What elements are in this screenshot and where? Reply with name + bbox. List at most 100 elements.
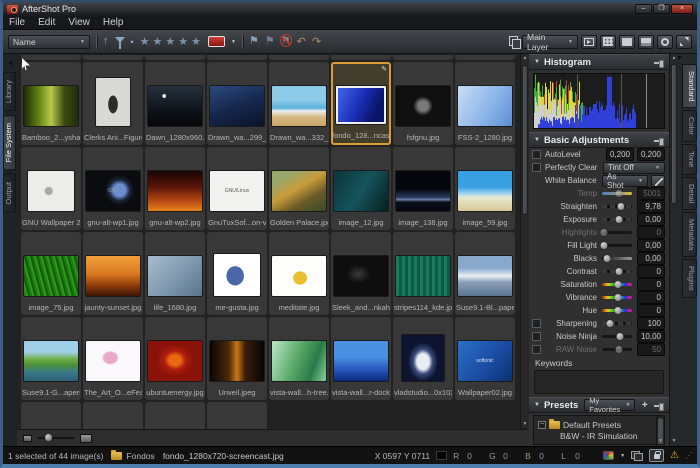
scroll-up-icon[interactable]: ▲ [670,54,678,63]
thumbnail-image-12-jpg[interactable]: image_12.jpg [331,147,391,230]
collapse-icon[interactable]: ▼ [534,402,540,408]
thumbnail-clerks-ani-figure-jpg[interactable]: Clerks Ani...Figure.jpg [83,62,143,145]
thumbnail-wallpaper02-jpg[interactable]: softonicWallpaper02.jpg [455,317,515,400]
slider-handle[interactable] [603,255,610,262]
close-button[interactable]: × [671,4,693,14]
tab-file-system[interactable]: File System [3,115,16,170]
menu-edit[interactable]: Edit [38,17,55,28]
slider-handle[interactable] [614,307,621,314]
slider-handle[interactable] [617,203,624,210]
thumbnail-fondo-128-ncast-jpg[interactable]: ✎fondo_128...ncast.jpg [331,62,391,145]
preset-folder-row[interactable]: −Default Presets [538,419,654,430]
vibrance-slider[interactable] [602,296,632,299]
white-balance-dropdown[interactable]: As Shot ▼ [602,175,648,187]
slider-handle[interactable] [607,320,614,327]
minimize-button[interactable]: – [635,4,652,14]
highlights-slider[interactable] [602,231,632,234]
panel-scrollbar[interactable]: ▲ ▼ [669,54,678,446]
thumbnail-item[interactable] [207,402,267,429]
hue-value[interactable]: 0 [637,304,665,317]
exposure-value[interactable]: 0,00 [637,213,665,226]
slider-handle[interactable] [615,216,622,223]
thumbnail-cell-clipped[interactable] [145,55,205,60]
eyedropper-button[interactable] [651,175,665,187]
thumbnail-ubuntuenergy-jpg[interactable]: ubuntuenergy.jpg [145,317,205,400]
contrast-value[interactable]: 0 [637,265,665,278]
pin-icon[interactable] [653,58,664,67]
thumbnail-gnu-wallpaper-2-jpg[interactable]: GNU Wallpaper 2.jpg [21,147,81,230]
magnifier-button[interactable] [657,35,673,49]
thumbnail-image-59-jpg[interactable]: image_59.jpg [455,147,515,230]
rotate-right-icon[interactable]: ↷ [312,35,321,48]
highlights-value[interactable]: 0 [637,226,665,239]
thumbnail-image-138-jpg[interactable]: image_138.jpg [393,147,453,230]
thumbnail-unveil-jpeg[interactable]: Unveil.jpeg [207,317,267,400]
tab-color[interactable]: Color [682,110,697,142]
autolevel-black-value[interactable]: 0,200 [606,148,634,161]
blacks-value[interactable]: 0,00 [637,252,665,265]
menu-file[interactable]: File [9,17,25,28]
histogram-header[interactable]: ▼ Histogram [529,54,669,70]
thumbnail-cell-clipped[interactable] [21,55,81,60]
thumbnail-sleek-and-nkahn-jpg[interactable]: Sleek_and...nkahn.jpg [331,232,391,315]
noise-ninja-slider[interactable] [602,335,632,338]
fill-light-value[interactable]: 0,00 [637,239,665,252]
presets-collection-dropdown[interactable]: My Favorites ▼ [584,399,635,411]
slider-handle[interactable] [600,229,607,236]
filter-icon[interactable] [115,37,125,43]
slider-handle[interactable] [601,242,608,249]
sort-direction-icon[interactable]: ↑ [103,36,109,47]
flag-finished-icon[interactable]: ⚑ [265,36,275,47]
slideshow-button[interactable] [581,35,597,49]
slider-handle[interactable] [615,346,622,353]
menu-view[interactable]: View [68,17,90,28]
straighten-value[interactable]: 9,78 [637,200,665,213]
thumbnail-cell-clipped[interactable] [393,55,453,60]
color-label-swatch[interactable] [208,36,225,47]
collapse-pointer-icon[interactable] [678,56,682,60]
tab-library[interactable]: Library [3,72,16,111]
single-view-button[interactable] [619,35,635,49]
thumbnail-drawn-wa-299-jpg[interactable]: Drawn_wa...299_.jpg [207,62,267,145]
thumbnail-item[interactable] [145,402,205,429]
fullscreen-button[interactable] [676,35,692,49]
star-icon[interactable]: ★ [140,35,151,48]
thumbnail-larger-icon[interactable] [80,434,92,443]
slider-handle[interactable] [614,281,621,288]
resize-grip[interactable]: ⋰ [685,451,692,460]
thumbnail-fss-2-1280-jpg[interactable]: FSS-2_1280.jpg [455,62,515,145]
contrast-slider[interactable] [602,270,632,273]
slider-handle[interactable] [615,190,622,197]
presets-scrollbar[interactable]: ▼ [656,416,664,444]
collapse-icon[interactable]: ▼ [534,137,540,143]
autolevel-white-value[interactable]: 0,200 [637,148,665,161]
flag-pick-icon[interactable]: ⚑ [249,36,259,47]
thumbnail-smaller-icon[interactable] [23,435,32,442]
thumbnail-vista-wall-r-dock-jpg[interactable]: vista-wall...r-dock.jpg [331,317,391,400]
sharpening-slider[interactable] [602,322,632,325]
blacks-slider[interactable] [602,257,632,260]
lock-button[interactable] [649,449,664,462]
thumbnail-vista-wall-h-tree-jpg[interactable]: vista-wall...h-tree.jpg [269,317,329,400]
tab-output[interactable]: Output [3,174,16,213]
thumbnail-suse9-1-g-apers-jpg[interactable]: Suse9.1-G...apers.jpg [21,317,81,400]
dual-image-icon[interactable] [631,451,643,460]
preset-b-w-ir-simulation[interactable]: B&W - IR Simulation [538,430,654,441]
scrollbar-thumb[interactable] [522,65,528,215]
collapse-pointer-icon[interactable] [8,62,12,66]
thumbnail-jaunty-sunset-jpg[interactable]: jaunty-sunset.jpg [83,232,143,315]
star-icon[interactable]: ★ [191,35,202,48]
thumbnail-me-gusta-jpg[interactable]: me-gusta.jpg [207,232,267,315]
menu-help[interactable]: Help [103,17,124,28]
thumbnail-the-art-o-efear-jpg[interactable]: The_Art_O...eFear.jpg [83,317,143,400]
autolevel-checkbox[interactable] [532,150,541,159]
saturation-slider[interactable] [602,283,632,286]
hue-slider[interactable] [602,309,632,312]
rating-clear-icon[interactable]: • [131,37,134,47]
thumbnail-life-1680-jpg[interactable]: life_1680.jpg [145,232,205,315]
layer-dropdown[interactable]: Main Layer ▼ [522,35,578,49]
tab-plugins[interactable]: Plugins [682,259,697,298]
thumbnail-image-75-jpg[interactable]: image_75.jpg [21,232,81,315]
collapse-icon[interactable]: ▼ [534,59,540,65]
browse-scrollbar[interactable]: ▲ ▼ [520,54,529,429]
